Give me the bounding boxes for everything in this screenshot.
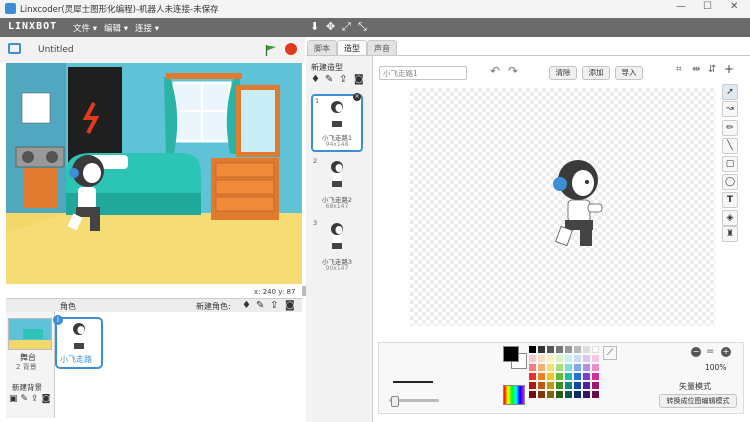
costume-thumbnail [331,223,343,249]
menu-bar: LINXBOT 文件 ▾ 编辑 ▾ 连接 ▾ ⬇ ✥ ⤢ ⤡ [0,18,750,37]
sprite-tile[interactable]: i 小飞走路 [53,315,103,369]
camera-sprite-icon[interactable]: ◙ [285,300,295,311]
stroke-preview [393,381,433,383]
shrink-icon[interactable]: ⤡ [358,20,367,34]
logo: LINXBOT [8,21,58,32]
stamp-tool-icon[interactable]: ♜ [722,226,738,242]
sprite-name: 小飞走路 [60,355,92,364]
flip-horizontal-icon[interactable]: ⇹ [692,64,700,75]
grow-icon[interactable]: ⤢ [342,20,351,34]
menu-connect[interactable]: 连接 ▾ [135,22,159,34]
paint-costume-icon[interactable]: ✎ [325,74,333,85]
window-title: Linxcoder(灵犀士图形化编程)-机器人未连接-未保存 [20,5,219,15]
costume-list: 新建造型 ♦ ✎ ⇪ ◙ 1 × 小飞走路1 94x148 2 小飞走路2 68… [306,56,373,422]
flip-vertical-icon[interactable]: ⇵ [708,64,716,75]
stage-thumbnail-column: 舞台 2 背景 新建背景 ▣✎⇪◙ [6,312,55,418]
costume-library-icon[interactable]: ♦ [311,74,320,85]
menu-file[interactable]: 文件 ▾ [73,22,97,34]
convert-to-bitmap-button[interactable]: 转换成位图编辑模式 [659,394,737,408]
costume-thumbnail [331,161,343,187]
maximize-button[interactable]: ☐ [703,1,712,12]
minimize-button[interactable]: — [676,1,686,12]
costume-robot[interactable] [550,158,610,248]
color-palette[interactable] [529,346,601,410]
download-icon[interactable]: ⬇ [310,20,319,33]
new-costume-label: 新建造型 [311,63,343,72]
new-sprite-label: 新建角色: [196,302,231,311]
zoom-reset-icon[interactable]: = [706,346,714,357]
sprite-library-icon[interactable]: ♦ [242,300,251,311]
tab-sounds[interactable]: 声音 [367,40,397,56]
stage-header: Untitled [0,37,305,63]
sprite-list: i 小飞走路 [53,312,302,418]
title-bar: Linxcoder(灵犀士图形化编程)-机器人未连接-未保存 — ☐ ✕ [0,0,750,19]
costume-tile-2[interactable]: 小飞走路2 68x147 [311,156,363,212]
paint-options-bar: ⟋ − = + 100% 矢量模式 转换成位图编辑模式 [378,342,744,414]
new-backdrop-label: 新建背景 [12,383,42,392]
sprite-thumbnail [73,323,85,349]
redo-icon[interactable]: ↷ [508,64,518,78]
zoom-out-icon[interactable]: − [691,347,701,357]
backdrop-count: 2 背景 [16,363,37,371]
camera-costume-icon[interactable]: ◙ [354,74,364,85]
menu-edit[interactable]: 编辑 ▾ [104,22,128,34]
upload-sprite-icon[interactable]: ⇪ [270,300,278,311]
move-icon[interactable]: ✥ [326,20,335,33]
add-button[interactable]: 添加 [582,66,610,80]
slider-thumb[interactable] [391,396,399,407]
costume-tile-1[interactable]: 1 × 小飞走路1 94x148 [311,93,363,152]
costume-number: 1 [315,97,320,105]
stop-icon[interactable] [285,43,297,55]
mode-label: 矢量模式 [679,382,711,391]
text-tool-icon[interactable]: T [722,192,738,208]
select-tool-icon[interactable]: ➚ [722,84,738,100]
rectangle-tool-icon[interactable]: ▢ [722,156,738,172]
stage-thumbnail[interactable] [8,318,52,350]
app-icon [5,3,16,14]
tab-scripts[interactable]: 脚本 [307,40,337,56]
primary-color-swatch[interactable] [503,346,519,362]
clear-button[interactable]: 清除 [549,66,577,80]
delete-costume-icon[interactable]: × [353,93,361,101]
sprites-title: 角色 [60,302,76,311]
pencil-tool-icon[interactable]: ✏ [722,120,738,136]
undo-icon[interactable]: ↶ [490,64,500,78]
costume-name-input[interactable] [379,66,467,80]
tab-costumes[interactable]: 造型 [337,40,367,56]
paint-sprite-icon[interactable]: ✎ [256,300,264,311]
fill-tool-icon[interactable]: ◈ [722,210,738,226]
green-flag-icon[interactable] [265,44,277,56]
mouse-coords: x: 240 y: 87 [254,288,296,296]
line-tool-icon[interactable]: ╲ [722,138,738,154]
sprite-info-badge[interactable]: i [53,315,63,325]
zoom-in-icon[interactable]: + [721,347,731,357]
reshape-tool-icon[interactable]: ↝ [722,101,738,117]
costume-size: 90x147 [325,265,349,272]
fullscreen-icon[interactable] [8,43,21,54]
backdrop-tools[interactable]: ▣✎⇪◙ [9,394,53,404]
sprites-header: 角色 新建角色: ♦ ✎ ⇪ ◙ [6,298,302,313]
ellipse-tool-icon[interactable]: ◯ [722,174,738,190]
eyedropper-icon[interactable]: ⟋ [603,346,617,360]
costume-thumbnail [331,101,343,127]
upload-costume-icon[interactable]: ⇪ [339,74,347,85]
color-spectrum-icon[interactable] [503,385,525,405]
costume-size: 68x147 [325,203,349,210]
set-center-icon[interactable]: + [724,62,734,76]
zoom-level: 100% [705,363,727,372]
line-width-slider[interactable] [389,396,439,407]
drawing-canvas[interactable] [410,88,715,326]
close-button[interactable]: ✕ [730,1,738,12]
costume-tile-3[interactable]: 小飞走路3 90x147 [311,218,363,274]
costume-size: 94x148 [325,141,349,148]
bedroom-backdrop [6,63,302,284]
crop-icon[interactable]: ⌗ [676,64,682,75]
import-button[interactable]: 导入 [615,66,643,80]
project-title[interactable]: Untitled [38,45,74,55]
stage-canvas[interactable] [6,63,302,284]
